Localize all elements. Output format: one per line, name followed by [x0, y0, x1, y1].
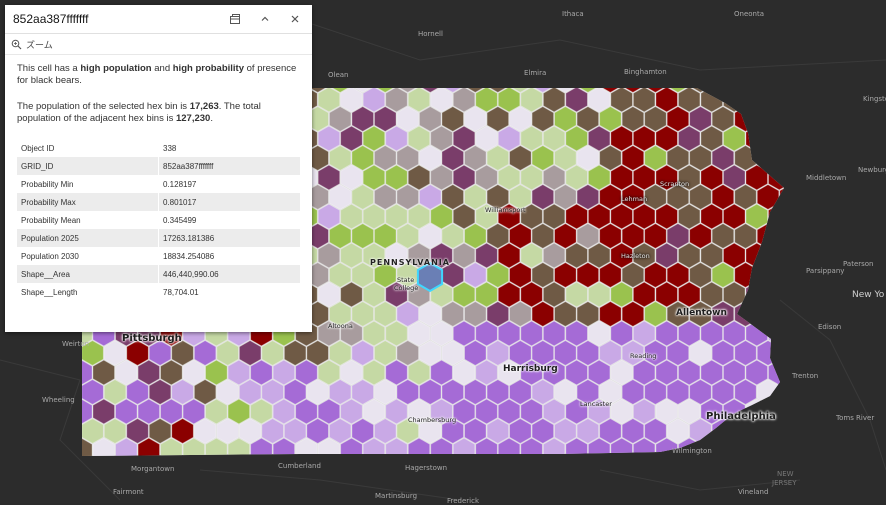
- attribute-value: 338: [163, 143, 177, 153]
- place-wheeling: Wheeling: [42, 396, 75, 404]
- place-elmira: Elmira: [524, 69, 547, 77]
- place-cumberland: Cumberland: [278, 462, 321, 470]
- attribute-key: Population 2025: [17, 229, 159, 247]
- place-vineland: Vineland: [738, 488, 769, 496]
- place-binghamton: Binghamton: [624, 68, 667, 76]
- city-lancaster: Lancaster: [580, 400, 612, 408]
- attribute-key: Probability Mean: [17, 211, 159, 229]
- popup-description-population: The population of the selected hex bin i…: [17, 101, 300, 125]
- state-label: PENNSYLVANIA: [370, 258, 450, 267]
- place-newburgh: Newburg: [858, 166, 886, 174]
- attribute-row: Shape__Area 446,440,990.06: [17, 265, 300, 283]
- city-chambersburg: Chambersburg: [408, 416, 457, 424]
- attribute-value: 18834.254086: [163, 251, 215, 261]
- place-fairmont: Fairmont: [113, 488, 144, 496]
- place-olean: Olean: [328, 71, 349, 79]
- place-weirton: Weirton: [62, 340, 90, 348]
- place-oneonta: Oneonta: [734, 10, 765, 18]
- popup-header-actions: [226, 10, 304, 28]
- close-icon: [291, 15, 299, 23]
- close-button[interactable]: [286, 10, 304, 28]
- attribute-key: Object ID: [17, 139, 159, 157]
- selected-hex-bin[interactable]: [416, 261, 444, 293]
- city-harrisburg: Harrisburg: [503, 364, 558, 374]
- place-hagerstown: Hagerstown: [405, 464, 448, 472]
- popup-header: 852aa387fffffff: [5, 5, 312, 34]
- attribute-key: Probability Min: [17, 175, 159, 193]
- attribute-row: Population 2025 17263.181386: [17, 229, 300, 247]
- attribute-row: Probability Min 0.128197: [17, 175, 300, 193]
- attribute-row: Probability Mean 0.345499: [17, 211, 300, 229]
- attribute-key: GRID_ID: [17, 157, 159, 175]
- attribute-value: 446,440,990.06: [158, 265, 300, 283]
- dock-icon: [230, 14, 240, 24]
- popup-body: This cell has a high population and high…: [5, 55, 312, 301]
- city-scranton: Scranton: [660, 180, 690, 188]
- attribute-table: Object ID 338 GRID_ID 852aa387fffffff Probab…: [17, 139, 300, 301]
- place-paterson: Paterson: [843, 260, 874, 268]
- attribute-key: Population 2030: [17, 247, 159, 265]
- zoom-label: ズーム: [26, 39, 53, 50]
- city-allentown: Allentown: [676, 308, 727, 318]
- attribute-value: 0.801017: [158, 193, 300, 211]
- dock-button[interactable]: [226, 10, 244, 28]
- desc-bold-probability: high probability: [172, 63, 244, 74]
- popup-description-presence: This cell has a high population and high…: [17, 63, 300, 87]
- place-new-york: New Yo: [852, 290, 885, 300]
- place-ithaca: Ithaca: [562, 10, 584, 18]
- city-hazleton: Hazleton: [621, 252, 650, 260]
- city-state-college-line2: College: [394, 284, 419, 292]
- desc-text: The population of the selected hex bin i…: [17, 101, 190, 112]
- place-frederick: Frederick: [447, 497, 480, 505]
- place-wilmington: Wilmington: [672, 447, 712, 455]
- attribute-key: Shape__Area: [17, 265, 159, 283]
- place-new-jersey-line2: JERSEY: [772, 479, 797, 487]
- place-morgantown: Morgantown: [131, 465, 175, 473]
- attribute-row: Probability Max 0.801017: [17, 193, 300, 211]
- city-pittsburgh: Pittsburgh: [122, 333, 182, 344]
- zoom-magnifier-icon: [11, 39, 22, 49]
- place-trenton: Trenton: [792, 372, 819, 380]
- attribute-row: Population 2030 18834.254086: [17, 247, 300, 265]
- desc-bold-population: high population: [80, 63, 152, 74]
- attribute-key: Shape__Length: [17, 283, 159, 301]
- city-state-college-line1: State: [397, 276, 415, 284]
- attribute-row: Shape__Length 78,704.01: [17, 283, 300, 301]
- desc-bold-selected-pop: 17,263: [189, 101, 219, 112]
- desc-text: .: [210, 113, 213, 124]
- attribute-key: Probability Max: [17, 193, 159, 211]
- attribute-value: 0.345499: [163, 215, 197, 225]
- attribute-value: 78,704.01: [163, 287, 199, 297]
- city-williamsport: Williamsport: [485, 206, 526, 214]
- place-edison: Edison: [818, 323, 842, 331]
- desc-text: and: [151, 63, 173, 74]
- city-altoona: Altoona: [328, 322, 353, 330]
- attribute-value: 852aa387fffffff: [158, 157, 300, 175]
- place-kingston: Kingsto: [863, 95, 886, 103]
- attribute-value: 17263.181386: [158, 229, 300, 247]
- place-parsippany: Parsippany: [806, 267, 845, 275]
- place-hornell: Hornell: [418, 30, 443, 38]
- attribute-row: Object ID 338: [17, 139, 300, 157]
- city-philadelphia: Philadelphia: [706, 411, 776, 422]
- city-lehman: Lehman: [621, 195, 648, 203]
- collapse-button[interactable]: [256, 10, 274, 28]
- attribute-value: 0.128197: [163, 179, 197, 189]
- place-toms-river: Toms River: [836, 414, 875, 422]
- popup-title: 852aa387fffffff: [13, 12, 89, 26]
- city-reading: Reading: [630, 352, 657, 360]
- chevron-up-icon: [261, 16, 269, 21]
- place-middletown: Middletown: [806, 174, 847, 182]
- place-new-jersey-line1: NEW: [777, 470, 794, 478]
- place-martinsburg: Martinsburg: [375, 492, 418, 500]
- desc-text: This cell has a: [17, 63, 81, 74]
- zoom-to-action[interactable]: ズーム: [5, 34, 312, 55]
- feature-popup: 852aa387fffffff ズーム This cell has a high…: [5, 5, 312, 332]
- desc-bold-adjacent-pop: 127,230: [175, 113, 211, 124]
- attribute-row: GRID_ID 852aa387fffffff: [17, 157, 300, 175]
